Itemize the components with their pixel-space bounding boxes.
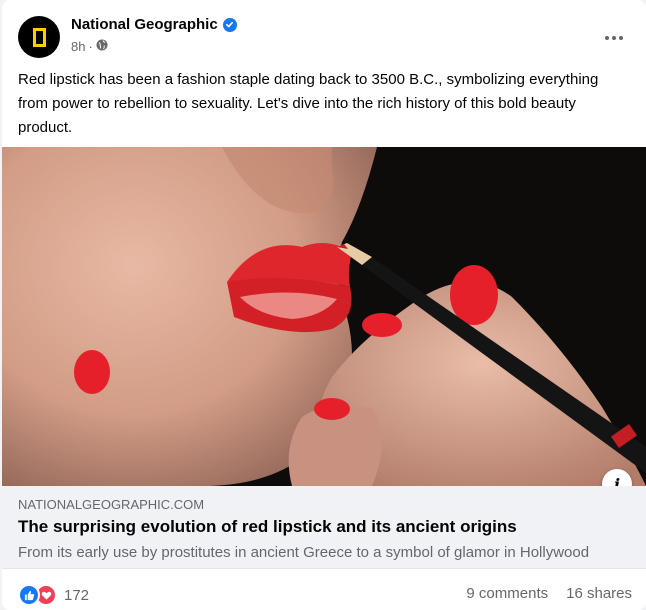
more-options-button[interactable] [596, 20, 632, 56]
link-preview[interactable]: NATIONALGEOGRAPHIC.COM The surprising ev… [2, 486, 646, 569]
more-dot-icon [612, 36, 616, 40]
natgeo-logo-icon [32, 27, 46, 47]
page-avatar[interactable] [18, 16, 60, 58]
post-stats: 9 comments 16 shares [466, 585, 632, 602]
shares-count[interactable]: 16 shares [566, 585, 632, 602]
comments-count[interactable]: 9 comments [466, 585, 548, 602]
globe-icon [96, 39, 108, 54]
post-image[interactable] [2, 147, 646, 486]
post-timestamp[interactable]: 8h [71, 39, 85, 54]
reactions-summary[interactable]: 172 [18, 584, 89, 606]
more-dot-icon [619, 36, 623, 40]
post-card: National Geographic 8h · Red lipstick ha… [2, 0, 646, 610]
link-title[interactable]: The surprising evolution of red lipstick… [18, 517, 517, 537]
reaction-count: 172 [64, 586, 90, 604]
verified-badge-icon [222, 17, 237, 32]
link-domain: NATIONALGEOGRAPHIC.COM [18, 497, 205, 512]
page-name[interactable]: National Geographic [71, 16, 218, 33]
page-name-row: National Geographic [71, 16, 237, 33]
more-dot-icon [605, 36, 609, 40]
like-reaction-icon [18, 584, 40, 606]
post-text: Red lipstick has been a fashion staple d… [18, 71, 599, 136]
post-meta: 8h · [71, 39, 108, 54]
meta-separator: · [88, 39, 93, 54]
link-description: From its early use by prostitutes in anc… [18, 544, 590, 561]
